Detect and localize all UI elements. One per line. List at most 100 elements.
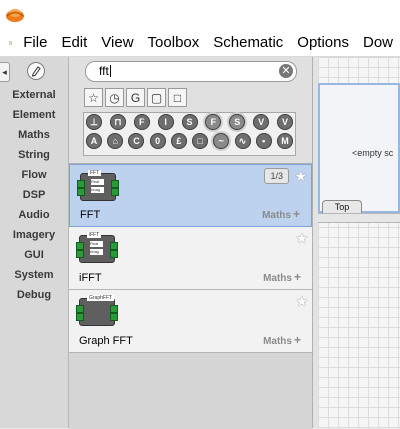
menu-file[interactable]: File — [16, 30, 54, 56]
output-pin — [110, 305, 118, 313]
module-thumbnail[interactable]: iFFT Real Imag — [76, 232, 118, 263]
category-item-system[interactable]: System — [0, 265, 68, 285]
filter-area: ☆ ◷ G ▢ □ ⊥ ⊓ F I S F S V V A ⌂ C 0 £ □ ~ ∿ • M — [69, 85, 312, 163]
output-pin — [110, 313, 118, 321]
app-logo-icon — [6, 9, 24, 22]
g-icon[interactable]: G — [126, 88, 145, 107]
pulse-icon[interactable]: ⊓ — [109, 114, 126, 130]
category-item-dsp[interactable]: DSP — [0, 185, 68, 205]
result-category-label: Maths — [262, 210, 291, 221]
result-title: FFT — [80, 209, 101, 221]
schematic-canvas[interactable]: <empty sc Top — [318, 57, 400, 428]
s-icon[interactable]: S — [181, 114, 198, 130]
favorite-star-icon[interactable]: ★ — [295, 230, 308, 247]
favorite-star-icon[interactable]: ★ — [294, 168, 307, 185]
star-icon[interactable]: ☆ — [84, 88, 103, 107]
result-title: iFFT — [79, 272, 102, 284]
zero-icon[interactable]: 0 — [149, 133, 166, 149]
module-title: FFT — [88, 170, 102, 176]
result-category: Maths + — [263, 333, 301, 347]
category-list: External Element Maths String Flow DSP Audio Im… — [0, 85, 68, 305]
category-item-flow[interactable]: Flow — [0, 165, 68, 185]
menu-options[interactable]: Options — [290, 30, 356, 56]
schematic-scrollbar[interactable] — [318, 213, 400, 223]
category-item-maths[interactable]: Maths — [0, 125, 68, 145]
wave-icon[interactable]: ~ — [213, 133, 230, 149]
pound-icon[interactable]: £ — [170, 133, 187, 149]
output-pin — [111, 188, 119, 196]
v-icon[interactable]: V — [253, 114, 270, 130]
result-item[interactable]: iFFT Real Imag ★ iFFT Maths + — [69, 227, 312, 290]
add-icon[interactable]: + — [294, 270, 301, 284]
menu-view[interactable]: View — [94, 30, 140, 56]
filter-icon-grid: ⊥ ⊓ F I S F S V V A ⌂ C 0 £ □ ~ ∿ • M — [83, 112, 296, 156]
f-icon[interactable]: F — [133, 114, 150, 130]
module-title: iFFT — [87, 232, 102, 238]
clock-icon[interactable]: ◷ — [105, 88, 124, 107]
s-bold-icon[interactable]: S — [229, 114, 246, 130]
a-icon[interactable]: A — [86, 133, 102, 149]
i-icon[interactable]: I — [157, 114, 174, 130]
square-outline-icon[interactable]: □ — [168, 88, 187, 107]
tab-top[interactable]: Top — [322, 200, 362, 214]
input-pin — [76, 250, 84, 258]
search-input[interactable]: fft ✕ — [85, 61, 297, 82]
results-list: FFT Real Imag 1/3 ★ FFT Maths + iFFT Real… — [69, 163, 312, 429]
module-port-label: Imag — [91, 187, 104, 193]
menu-bar: File Edit View Toolbox Schematic Options… — [0, 30, 400, 57]
result-category: Maths + — [262, 207, 300, 221]
input-pin — [76, 313, 84, 321]
title-bar — [0, 0, 400, 30]
result-category-label: Maths — [263, 336, 292, 347]
result-item[interactable]: FFT Real Imag 1/3 ★ FFT Maths + — [69, 164, 312, 227]
v-alt-icon[interactable]: V — [277, 114, 293, 130]
menu-download[interactable]: Dow — [356, 30, 400, 56]
box-icon[interactable]: □ — [192, 133, 209, 149]
preview-placeholder: <empty sc — [352, 148, 394, 158]
clear-search-icon[interactable]: ✕ — [279, 64, 293, 78]
category-item-external[interactable]: External — [0, 85, 68, 105]
category-item-debug[interactable]: Debug — [0, 285, 68, 305]
filter-icon-row: A ⌂ C 0 £ □ ~ ∿ • M — [86, 133, 293, 149]
category-item-string[interactable]: String — [0, 145, 68, 165]
c-icon[interactable]: C — [128, 133, 145, 149]
collapse-arrow-icon[interactable]: ◂ — [0, 62, 10, 82]
triangle-icon[interactable]: ⌂ — [107, 133, 124, 149]
menu-edit[interactable]: Edit — [54, 30, 94, 56]
schematic-preview: <empty sc — [318, 83, 400, 213]
add-icon[interactable]: + — [293, 207, 300, 221]
m-icon[interactable]: M — [276, 133, 293, 149]
menu-schematic[interactable]: Schematic — [206, 30, 290, 56]
result-title: Graph FFT — [79, 335, 133, 347]
result-category-label: Maths — [263, 273, 292, 284]
ground-icon[interactable]: ⊥ — [86, 114, 102, 130]
result-category: Maths + — [263, 270, 301, 284]
pencil-icon[interactable] — [27, 62, 45, 80]
text-caret — [109, 65, 111, 77]
module-port-label: Imag — [90, 249, 103, 255]
dot-icon[interactable]: • — [255, 133, 272, 149]
output-pin — [111, 180, 119, 188]
category-item-gui[interactable]: GUI — [0, 245, 68, 265]
result-count-badge: 1/3 — [264, 168, 289, 184]
add-icon[interactable]: + — [294, 333, 301, 347]
module-port-label: Real — [91, 179, 104, 185]
favorite-star-icon[interactable]: ★ — [295, 293, 308, 310]
input-pin — [76, 305, 84, 313]
menu-toolbox[interactable]: Toolbox — [141, 30, 207, 56]
category-item-audio[interactable]: Audio — [0, 205, 68, 225]
category-item-element[interactable]: Element — [0, 105, 68, 125]
filter-icon-row: ⊥ ⊓ F I S F S V V — [86, 114, 293, 130]
square-icon[interactable]: ▢ — [147, 88, 166, 107]
document-icon[interactable] — [9, 34, 12, 52]
module-title: GraphFFT — [87, 295, 115, 301]
category-panel: ◂ External Element Maths String Flow DSP Audio… — [0, 57, 69, 428]
input-pin — [76, 242, 84, 250]
sine-icon[interactable]: ∿ — [234, 133, 251, 149]
f-bold-icon[interactable]: F — [205, 114, 222, 130]
output-pin — [110, 250, 118, 258]
result-item[interactable]: GraphFFT ★ Graph FFT Maths + — [69, 290, 312, 353]
category-item-imagery[interactable]: Imagery — [0, 225, 68, 245]
module-thumbnail[interactable]: FFT Real Imag — [77, 170, 119, 201]
module-thumbnail[interactable]: GraphFFT — [76, 295, 118, 326]
